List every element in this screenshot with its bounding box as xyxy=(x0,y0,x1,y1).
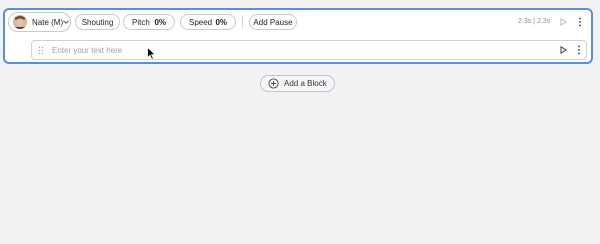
play-icon[interactable] xyxy=(560,18,567,26)
speed-label: Speed xyxy=(189,18,213,27)
add-block-button[interactable]: Add a Block xyxy=(260,75,335,92)
speed-control[interactable]: Speed 0% xyxy=(180,14,236,30)
avatar xyxy=(13,15,27,29)
style-label: Shouting xyxy=(81,18,114,27)
voice-name: Nate (M) xyxy=(32,18,64,27)
plus-circle-icon xyxy=(268,78,279,89)
chevron-down-icon xyxy=(63,20,69,24)
text-input[interactable] xyxy=(52,43,532,57)
duration-readout: 2.3s | 2.3s xyxy=(518,18,551,25)
add-pause-label: Add Pause xyxy=(253,18,293,27)
more-vertical-icon[interactable] xyxy=(577,45,581,55)
block-toolbar: Nate (M) Shouting Pitch 0% Speed 0% Add … xyxy=(5,10,591,38)
pitch-control[interactable]: Pitch 0% xyxy=(123,14,175,30)
pitch-value: 0% xyxy=(154,18,166,27)
drag-handle-icon[interactable] xyxy=(38,46,44,55)
text-segment-row xyxy=(31,40,587,60)
speed-value: 0% xyxy=(215,18,227,27)
voice-selector[interactable]: Nate (M) xyxy=(8,12,71,32)
mouse-cursor-icon xyxy=(147,47,156,60)
play-icon[interactable] xyxy=(560,46,567,54)
add-block-label: Add a Block xyxy=(284,79,327,88)
toolbar-divider xyxy=(242,16,243,28)
style-shouting-button[interactable]: Shouting xyxy=(75,14,120,30)
add-pause-button[interactable]: Add Pause xyxy=(249,14,297,30)
more-vertical-icon[interactable] xyxy=(578,17,582,27)
pitch-label: Pitch xyxy=(132,18,150,27)
voice-block[interactable]: Nate (M) Shouting Pitch 0% Speed 0% Add … xyxy=(3,8,593,64)
